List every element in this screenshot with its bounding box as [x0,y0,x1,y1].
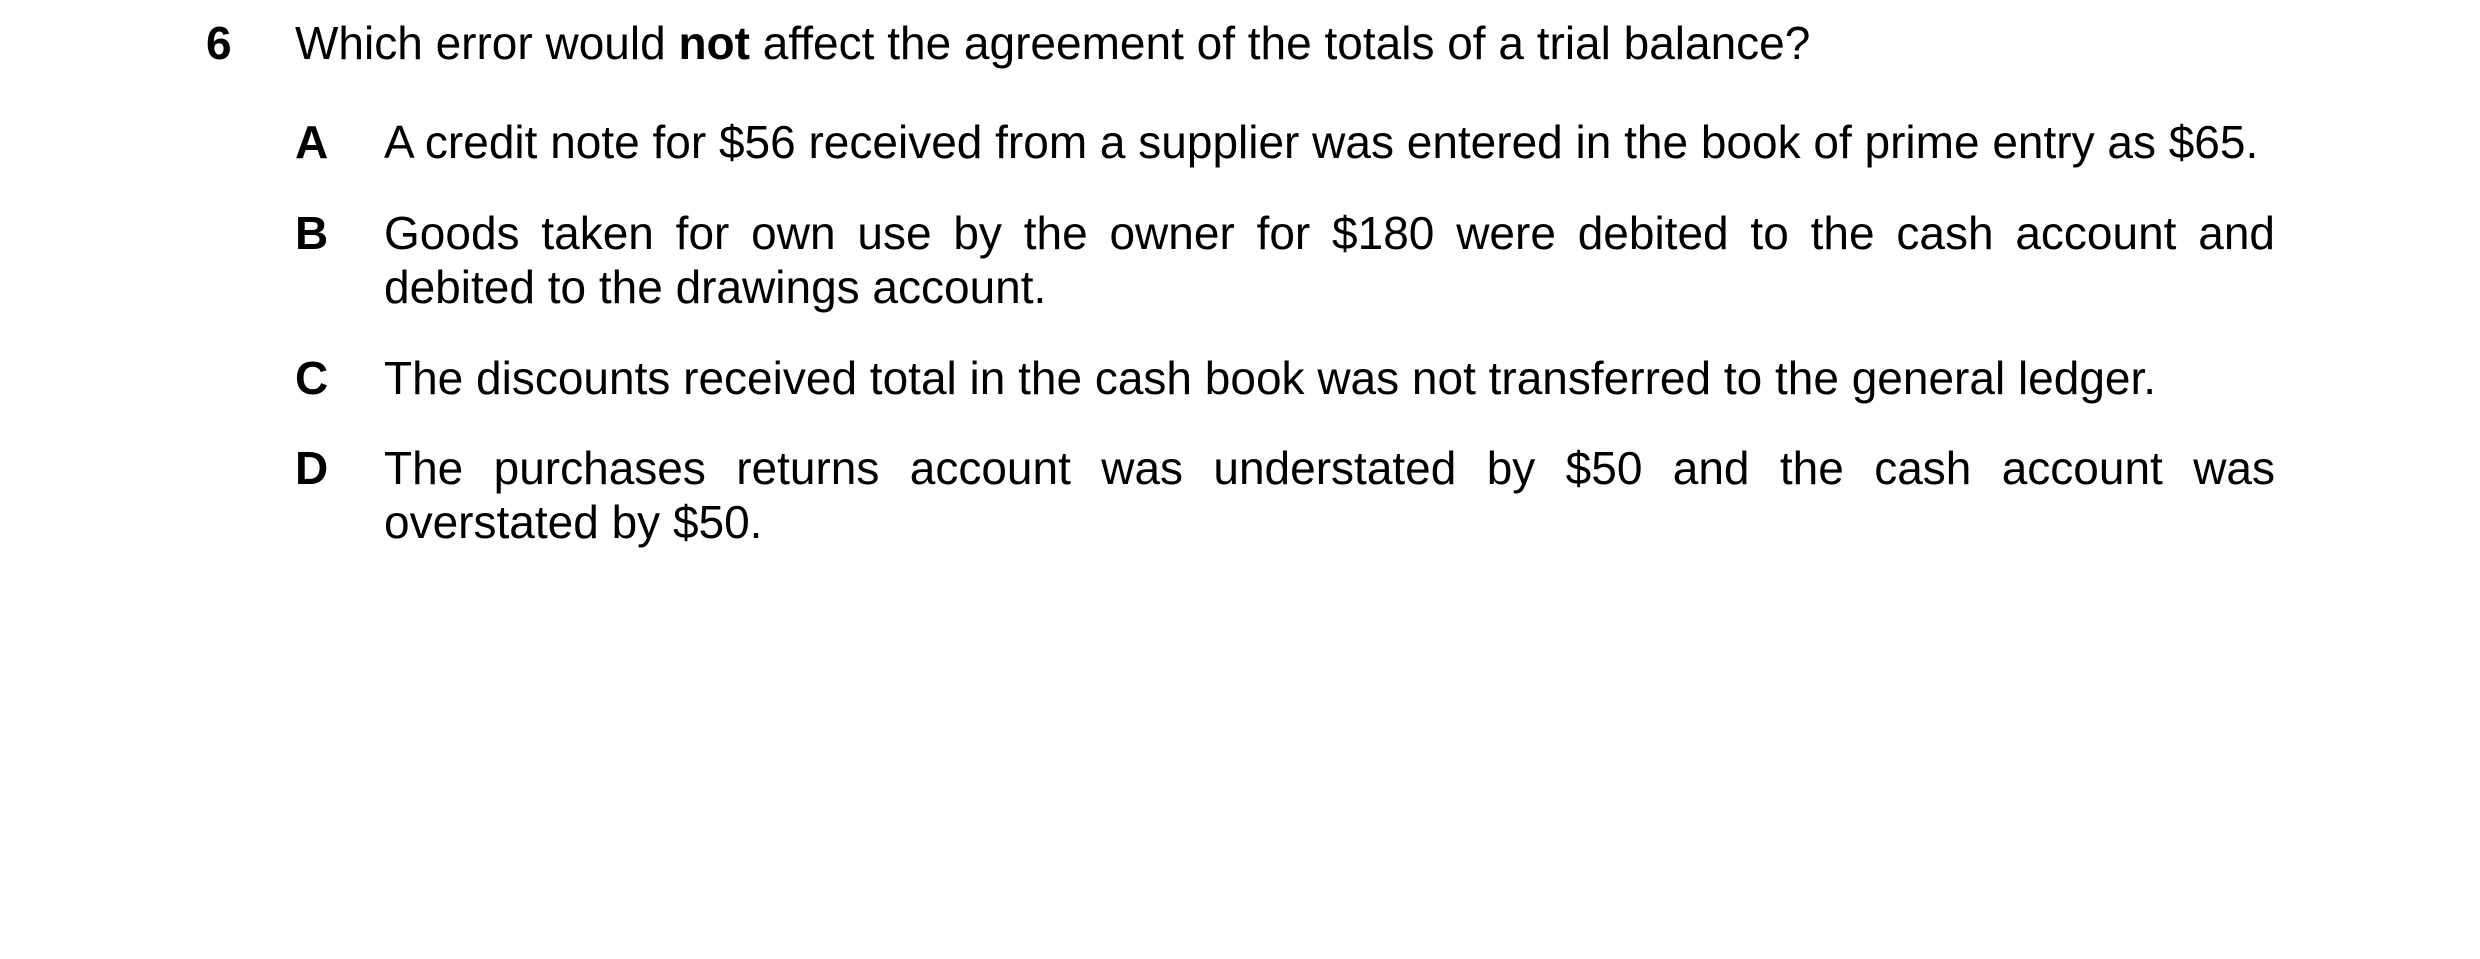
question-number: 6 [206,17,232,69]
option-text: The discounts received total in the cash… [384,352,2157,404]
stem-text-after: affect the agreement of the totals of a … [749,17,1811,69]
option-letter: D [295,442,329,494]
option-text: The purchases returns account was unders… [384,442,2275,548]
question-stem: Which error would not affect the agreeme… [295,15,1810,71]
option-letter: B [295,207,329,259]
option-text: A credit note for $56 received from a su… [384,116,2259,168]
stem-emphasis: not [678,17,750,69]
stem-text-before: Which error would [295,17,679,69]
option-text: Goods taken for own use by the owner for… [384,207,2275,313]
option-letter: C [295,352,329,404]
option-letter: A [295,116,329,168]
